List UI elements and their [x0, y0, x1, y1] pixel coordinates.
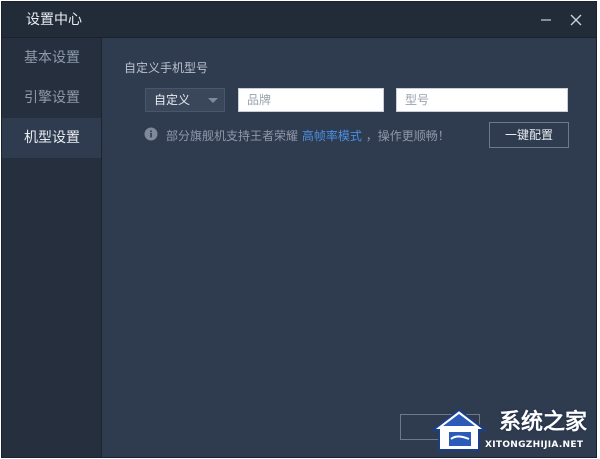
house-logo-icon [430, 408, 488, 451]
tip-text-before: 部分旗舰机支持王者荣耀 [166, 129, 299, 143]
watermark-url: XITONGZHIJIA.NET [485, 440, 584, 450]
main-panel: 自定义手机型号 自定义 部分旗舰机支持王者荣耀 高帧率模式 ，操作更顺畅！ 一键… [102, 38, 596, 457]
select-value: 自定义 [154, 93, 191, 107]
close-button[interactable] [565, 9, 587, 31]
high-framerate-link[interactable]: 高帧率模式 [302, 129, 362, 143]
minimize-button[interactable] [535, 9, 557, 31]
settings-window: 设置中心 基本设置 引擎设置 机型设置 自定义手机型号 自定义 品牌 型号 部分… [1, 1, 597, 458]
model-input[interactable] [396, 88, 568, 112]
sidebar-item-engine[interactable]: 引擎设置 [2, 78, 101, 118]
chevron-down-icon [208, 98, 218, 103]
tip-text: 部分旗舰机支持王者荣耀 高帧率模式 ，操作更顺畅！ [166, 128, 450, 144]
close-icon [570, 14, 582, 26]
one-click-config-button[interactable]: 一键配置 [489, 122, 569, 148]
watermark: 系统之家 XITONGZHIJIA.NET [423, 404, 595, 456]
brand-input[interactable] [238, 88, 384, 112]
watermark-title: 系统之家 [499, 410, 588, 435]
section-label: 自定义手机型号 [124, 61, 209, 75]
sidebar-item-device-model[interactable]: 机型设置 [2, 118, 101, 158]
model-type-select[interactable]: 自定义 [145, 88, 225, 112]
minimize-icon [541, 19, 551, 21]
sidebar: 基本设置 引擎设置 机型设置 [2, 38, 102, 457]
tip-text-after: ，操作更顺畅！ [365, 129, 450, 143]
window-title: 设置中心 [26, 12, 82, 28]
sidebar-item-basic[interactable]: 基本设置 [2, 38, 101, 78]
title-bar: 设置中心 [2, 2, 596, 38]
info-icon [144, 127, 158, 141]
